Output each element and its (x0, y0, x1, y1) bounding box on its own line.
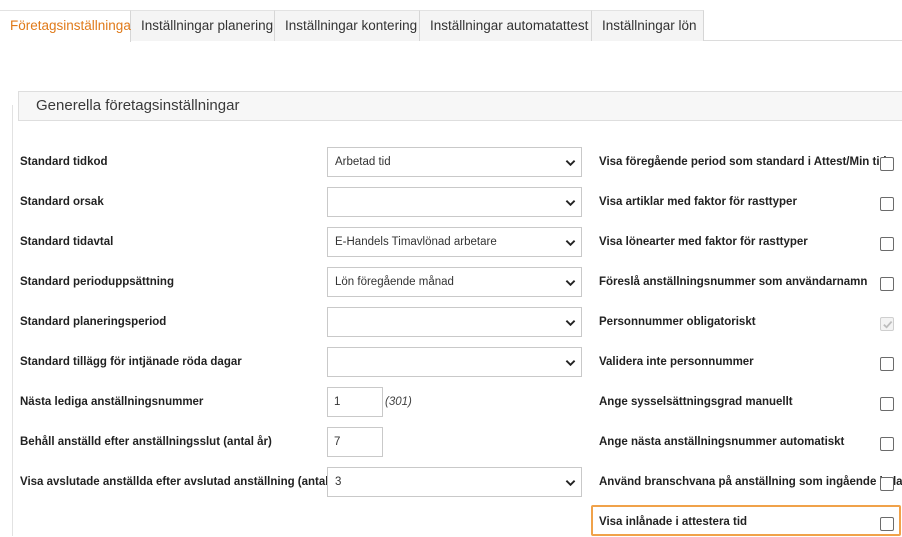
label-visa-lonearter-faktor: Visa lönearter med faktor för rasttyper (599, 236, 808, 248)
select-value: Lön föregående månad (335, 276, 454, 288)
checkbox-ange-nasta-anstallningsnummer[interactable] (880, 437, 894, 451)
label-anvand-branschvana: Använd branschvana på anställning som in… (599, 476, 902, 488)
label-visa-avslutade-anstallda: Visa avslutade anställda efter avslutad … (20, 476, 360, 488)
input-nasta-lediga-anstallningsnummer[interactable]: 1 (327, 387, 383, 417)
label-standard-planeringsperiod: Standard planeringsperiod (20, 316, 167, 328)
label-visa-foregaende-period: Visa föregående period som standard i At… (599, 156, 887, 168)
check-icon (883, 320, 893, 329)
label-standard-orsak: Standard orsak (20, 196, 104, 208)
checkbox-visa-foregaende-period[interactable] (880, 157, 894, 171)
checkbox-foresla-anstallningsnummer[interactable] (880, 277, 894, 291)
chevron-down-icon (565, 360, 576, 367)
label-standard-tidavtal: Standard tidavtal (20, 236, 114, 248)
chevron-down-icon (565, 240, 576, 247)
section-title: Generella företagsinställningar (36, 97, 240, 114)
label-personnummer-obligatoriskt: Personnummer obligatoriskt (599, 316, 756, 328)
chevron-down-icon (565, 480, 576, 487)
select-value: 3 (335, 476, 342, 488)
label-standard-perioduppsattning: Standard perioduppsättning (20, 276, 174, 288)
chevron-down-icon (565, 160, 576, 167)
hint-next-number: (301) (385, 396, 412, 408)
tab-foretagsinstallningar[interactable]: Företagsinställningar (0, 10, 135, 42)
select-standard-planeringsperiod[interactable] (327, 307, 582, 337)
select-visa-avslutade-anstallda[interactable]: 3 (327, 467, 582, 497)
checkbox-anvand-branschvana[interactable] (880, 477, 894, 491)
checkbox-visa-artiklar-faktor[interactable] (880, 197, 894, 211)
checkbox-visa-lonearter-faktor[interactable] (880, 237, 894, 251)
label-ange-nasta-anstallningsnummer: Ange nästa anställningsnummer automatisk… (599, 436, 845, 448)
label-ange-sysselsattningsgrad: Ange sysselsättningsgrad manuellt (599, 396, 793, 408)
select-standard-orsak[interactable] (327, 187, 582, 217)
label-nasta-lediga-anstallningsnummer: Nästa lediga anställningsnummer (20, 396, 204, 408)
label-validera-inte-personnummer: Validera inte personnummer (599, 356, 754, 368)
label-standard-tidkod: Standard tidkod (20, 156, 108, 168)
label-foresla-anstallningsnummer: Föreslå anställningsnummer som användarn… (599, 276, 868, 288)
checkbox-personnummer-obligatoriskt[interactable] (880, 317, 894, 331)
chevron-down-icon (565, 280, 576, 287)
chevron-down-icon (565, 200, 576, 207)
fieldset-border (12, 105, 13, 536)
label-visa-artiklar-faktor: Visa artiklar med faktor för rasttyper (599, 196, 797, 208)
checkbox-validera-inte-personnummer[interactable] (880, 357, 894, 371)
tab-installningar-planering[interactable]: Inställningar planering (131, 10, 275, 41)
select-standard-perioduppsattning[interactable]: Lön föregående månad (327, 267, 582, 297)
select-value: Arbetad tid (335, 156, 391, 168)
tab-bar: Företagsinställningar Inställningar plan… (0, 10, 902, 42)
label-standard-tillagg-roda-dagar: Standard tillägg för intjänade röda daga… (20, 356, 242, 368)
chevron-down-icon (565, 320, 576, 327)
label-behall-anstalld: Behåll anställd efter anställningsslut (… (20, 436, 272, 448)
checkbox-ange-sysselsattningsgrad[interactable] (880, 397, 894, 411)
tab-installningar-kontering[interactable]: Inställningar kontering (275, 10, 420, 41)
tab-installningar-automatattest[interactable]: Inställningar automatattest (420, 10, 592, 41)
tab-installningar-lon[interactable]: Inställningar lön (592, 10, 704, 41)
select-standard-tidkod[interactable]: Arbetad tid (327, 147, 582, 177)
select-standard-tidavtal[interactable]: E-Handels Timavlönad arbetare (327, 227, 582, 257)
section-header[interactable]: Generella företagsinställningar (18, 91, 902, 121)
checkbox-visa-inlanade[interactable] (880, 517, 894, 531)
select-value: E-Handels Timavlönad arbetare (335, 236, 497, 248)
input-behall-anstalld[interactable]: 7 (327, 427, 383, 457)
label-visa-inlanade: Visa inlånade i attestera tid (599, 516, 748, 528)
select-standard-tillagg-roda-dagar[interactable] (327, 347, 582, 377)
